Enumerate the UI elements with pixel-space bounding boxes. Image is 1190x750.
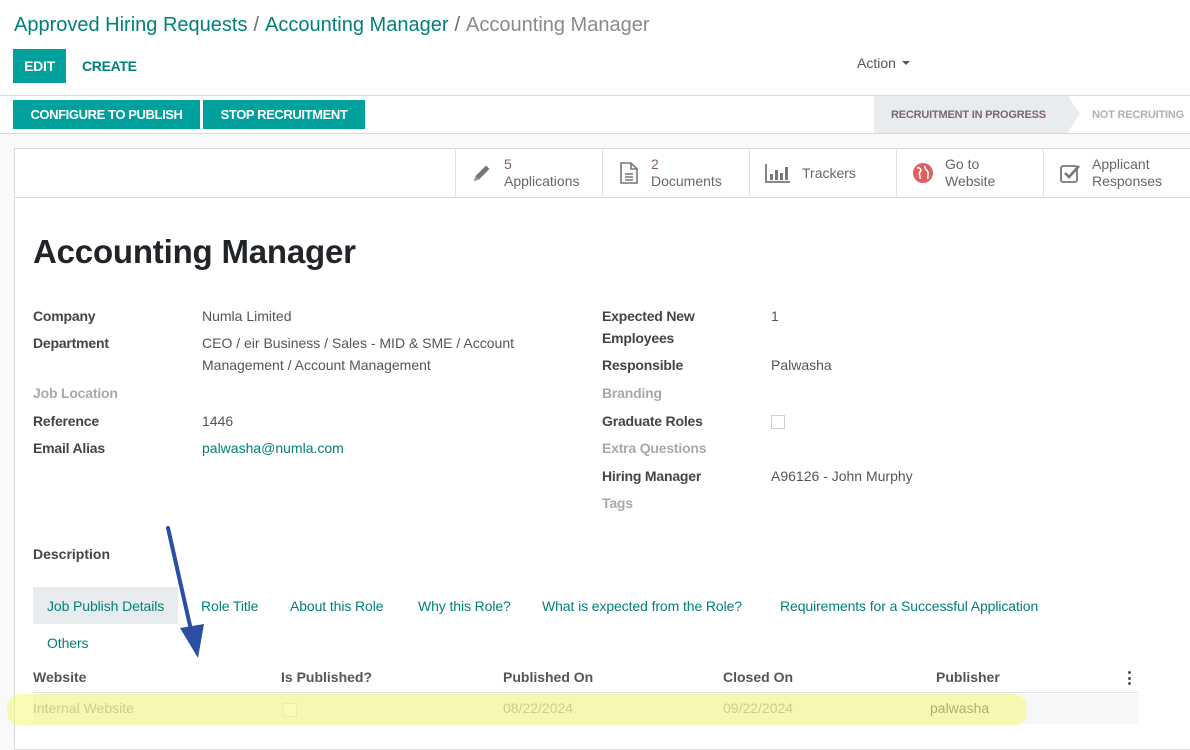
column-is-published[interactable]: Is Published? [281, 669, 372, 685]
tab-about-this-role[interactable]: About this Role [290, 587, 384, 624]
checkbox-icon [1058, 161, 1082, 185]
trackers-smart-button[interactable]: Trackers [749, 149, 896, 197]
tab-others[interactable]: Others [47, 624, 89, 661]
hiring-manager-label: Hiring Manager [602, 468, 702, 484]
responsible-label: Responsible [602, 357, 684, 373]
tab-job-publish-details[interactable]: Job Publish Details [33, 587, 179, 624]
action-dropdown[interactable]: Action [857, 55, 910, 71]
stage-recruitment-in-progress[interactable]: RECRUITMENT IN PROGRESS [874, 96, 1080, 133]
documents-smart-button[interactable]: 2 Documents [602, 149, 749, 197]
graduate-roles-checkbox[interactable] [771, 415, 785, 429]
column-closed-on[interactable]: Closed On [723, 669, 793, 685]
branding-label: Branding [602, 385, 662, 401]
trackers-label: Trackers [802, 164, 856, 181]
applicant-responses-line1: Applicant [1092, 156, 1150, 172]
hiring-manager-value[interactable]: A96126 - John Murphy [771, 465, 913, 487]
tab-why-this-role[interactable]: Why this Role? [418, 587, 511, 624]
go-to-website-line2: Website [945, 173, 996, 189]
create-button[interactable]: CREATE [82, 49, 137, 83]
caret-down-icon [901, 61, 910, 65]
configure-to-publish-button[interactable]: CONFIGURE TO PUBLISH [13, 100, 200, 129]
breadcrumb-item-accounting-manager[interactable]: Accounting Manager [265, 14, 448, 36]
reference-label: Reference [33, 413, 99, 429]
action-label: Action [857, 55, 896, 71]
smart-button-box: 5 Applications 2 Documents Trackers Go to W… [15, 149, 1190, 198]
tab-role-title[interactable]: Role Title [201, 587, 258, 624]
stop-recruitment-button[interactable]: STOP RECRUITMENT [203, 100, 365, 129]
applications-label: Applications [504, 173, 580, 189]
department-label: Department [33, 335, 109, 351]
expected-new-employees-value: 1 [771, 308, 779, 324]
statusbar: CONFIGURE TO PUBLISH STOP RECRUITMENT RE… [0, 96, 1190, 134]
graduate-roles-label: Graduate Roles [602, 413, 703, 429]
edit-button[interactable]: EDIT [13, 49, 66, 83]
document-icon [617, 161, 641, 185]
column-website[interactable]: Website [33, 669, 86, 685]
form-sheet: 5 Applications 2 Documents Trackers Go to W… [7, 148, 1190, 750]
job-location-label: Job Location [33, 385, 118, 401]
go-to-website-line1: Go to [945, 156, 980, 172]
breadcrumb-separator: / [454, 14, 461, 36]
reference-value: 1446 [202, 413, 234, 429]
tab-requirements[interactable]: Requirements for a Successful Applicatio… [780, 587, 1038, 624]
breadcrumb-item-hiring-requests[interactable]: Approved Hiring Requests [14, 14, 247, 36]
globe-icon [911, 161, 935, 185]
applications-count: 5 [504, 156, 512, 172]
responsible-value[interactable]: Palwasha [771, 354, 832, 376]
documents-count: 2 [651, 156, 659, 172]
applicant-responses-smart-button[interactable]: Applicant Responses [1043, 149, 1190, 197]
breadcrumb: Approved Hiring Requests / Accounting Mana… [14, 13, 650, 37]
breadcrumb-current: Accounting Manager [466, 14, 650, 36]
tags-label: Tags [602, 495, 633, 511]
email-alias-label: Email Alias [33, 440, 105, 456]
email-alias-value[interactable]: palwasha@numla.com [202, 437, 344, 459]
publish-table-header: Website Is Published? Published On Close… [33, 659, 1139, 693]
company-label: Company [33, 308, 96, 324]
applications-smart-button[interactable]: 5 Applications [455, 149, 602, 197]
department-value[interactable]: CEO / eir Business / Sales - MID & SME /… [202, 332, 542, 376]
applicant-responses-line2: Responses [1092, 173, 1163, 189]
company-value[interactable]: Numla Limited [202, 305, 291, 327]
bar-chart-icon [764, 161, 792, 185]
highlight-annotation [7, 694, 1027, 726]
optional-columns-icon[interactable] [1128, 671, 1132, 685]
tab-what-is-expected[interactable]: What is expected from the Role? [542, 587, 742, 624]
record-title: Accounting Manager [33, 233, 356, 270]
extra-questions-label: Extra Questions [602, 440, 707, 456]
go-to-website-smart-button[interactable]: Go to Website [896, 149, 1043, 197]
stage-not-recruiting[interactable]: NOT RECRUITING [1092, 96, 1184, 133]
pencil-icon [470, 161, 494, 185]
column-published-on[interactable]: Published On [503, 669, 593, 685]
breadcrumb-separator: / [253, 14, 260, 36]
control-panel: Approved Hiring Requests / Accounting Mana… [0, 0, 1190, 96]
expected-new-employees-label: Expected New Employees [602, 308, 695, 346]
column-publisher[interactable]: Publisher [936, 669, 1000, 685]
description-label: Description [33, 546, 111, 562]
documents-label: Documents [651, 173, 722, 189]
